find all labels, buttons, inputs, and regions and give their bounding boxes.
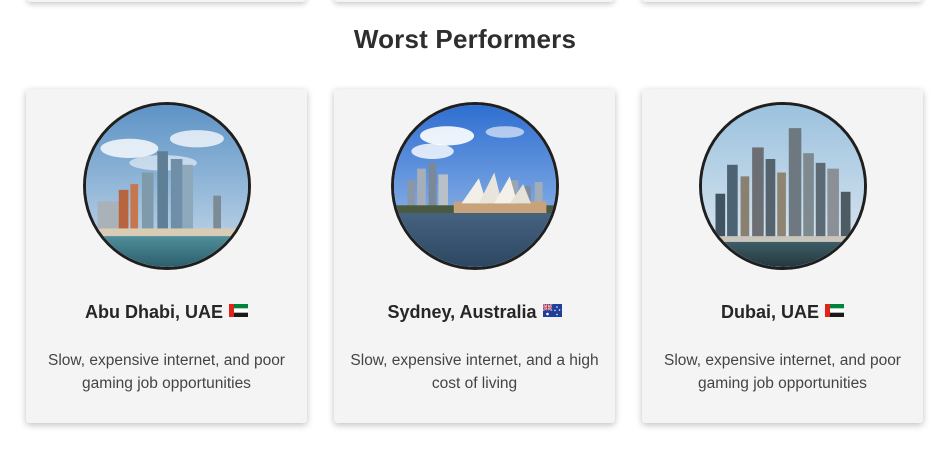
city-name: Dubai, UAE bbox=[642, 302, 923, 323]
previous-card-bottom bbox=[27, 0, 306, 2]
city-card-abu-dhabi[interactable]: Abu Dhabi, UAE Slow, expensive internet,… bbox=[26, 89, 307, 423]
section-title: Worst Performers bbox=[353, 24, 577, 54]
city-card-dubai[interactable]: Dubai, UAE Slow, expensive internet, and… bbox=[642, 89, 923, 423]
previous-card-bottom bbox=[334, 0, 614, 2]
sydney-opera-house-photo bbox=[390, 102, 559, 270]
city-description: Slow, expensive internet, and a high cos… bbox=[350, 352, 599, 392]
abu-dhabi-skyline-photo bbox=[82, 102, 251, 270]
city-name: Abu Dhabi, UAE bbox=[26, 302, 307, 323]
city-description: Slow, expensive internet, and poor gamin… bbox=[48, 352, 285, 392]
city-card-sydney[interactable]: Sydney, Australia Slow, expensive intern… bbox=[334, 89, 615, 423]
city-name: Sydney, Australia bbox=[334, 302, 615, 323]
uae-flag-icon bbox=[229, 304, 248, 317]
uae-flag-icon bbox=[825, 304, 844, 317]
previous-card-bottom bbox=[642, 0, 922, 2]
city-description: Slow, expensive internet, and poor gamin… bbox=[664, 352, 901, 392]
australia-flag-icon bbox=[542, 304, 562, 317]
dubai-marina-skyline-photo bbox=[698, 102, 867, 270]
